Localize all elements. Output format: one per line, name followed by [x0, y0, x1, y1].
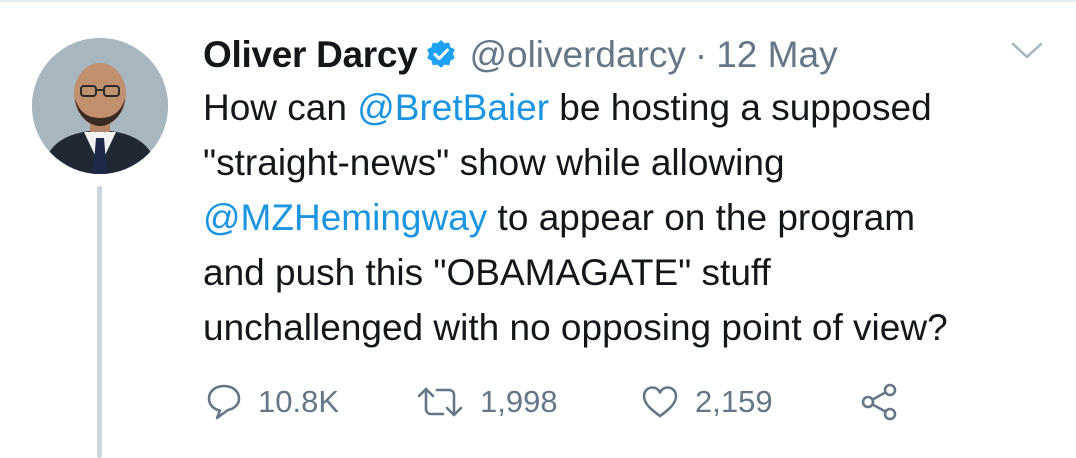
mention-link[interactable]: @BretBaier	[357, 87, 549, 128]
avatar-photo	[32, 38, 168, 174]
retweet-icon	[417, 387, 463, 417]
thread-line	[97, 186, 102, 458]
retweet-button[interactable]: 1,998	[416, 378, 558, 426]
tweet-text-line: unchallenged with no opposing point of v…	[203, 300, 1063, 355]
share-button[interactable]	[859, 378, 899, 426]
like-button[interactable]: 2,159	[641, 378, 773, 426]
verified-badge-icon	[425, 39, 457, 71]
text-segment: be hosting a supposed	[549, 87, 932, 128]
mention-link[interactable]: @MZHemingway	[203, 197, 487, 238]
text-segment: unchallenged with no opposing point of v…	[203, 307, 948, 348]
avatar[interactable]	[32, 38, 168, 174]
like-count: 2,159	[695, 384, 773, 419]
chevron-down-icon[interactable]	[1010, 40, 1044, 62]
tweet-text-line: @MZHemingway to appear on the program	[203, 190, 1063, 245]
reply-icon	[207, 384, 241, 420]
tweet-actions: 10.8K 1,998 2,159	[203, 378, 963, 426]
text-segment: "straight-news" show while allowing	[203, 142, 785, 183]
reply-count: 10.8K	[258, 384, 340, 419]
tweet-text: How can @BretBaier be hosting a supposed…	[203, 80, 1063, 355]
retweet-count: 1,998	[480, 384, 558, 419]
tweet-header: Oliver Darcy @oliverdarcy · 12 May	[203, 30, 838, 80]
tweet-text-line: and push this "OBAMAGATE" stuff	[203, 245, 1063, 300]
tweet-text-line: "straight-news" show while allowing	[203, 135, 1063, 190]
text-segment: to appear on the program	[487, 197, 916, 238]
heart-icon	[642, 386, 678, 418]
share-icon	[861, 383, 897, 421]
text-segment: and push this "OBAMAGATE" stuff	[203, 252, 771, 293]
text-segment: How can	[203, 87, 358, 128]
author-name[interactable]: Oliver Darcy	[203, 34, 418, 76]
tweet-date[interactable]: 12 May	[716, 34, 837, 76]
reply-button[interactable]: 10.8K	[206, 378, 339, 426]
top-divider	[0, 0, 1076, 2]
tweet-text-line: How can @BretBaier be hosting a supposed	[203, 80, 1063, 135]
author-handle[interactable]: @oliverdarcy	[469, 34, 685, 76]
separator-dot: ·	[694, 34, 708, 75]
